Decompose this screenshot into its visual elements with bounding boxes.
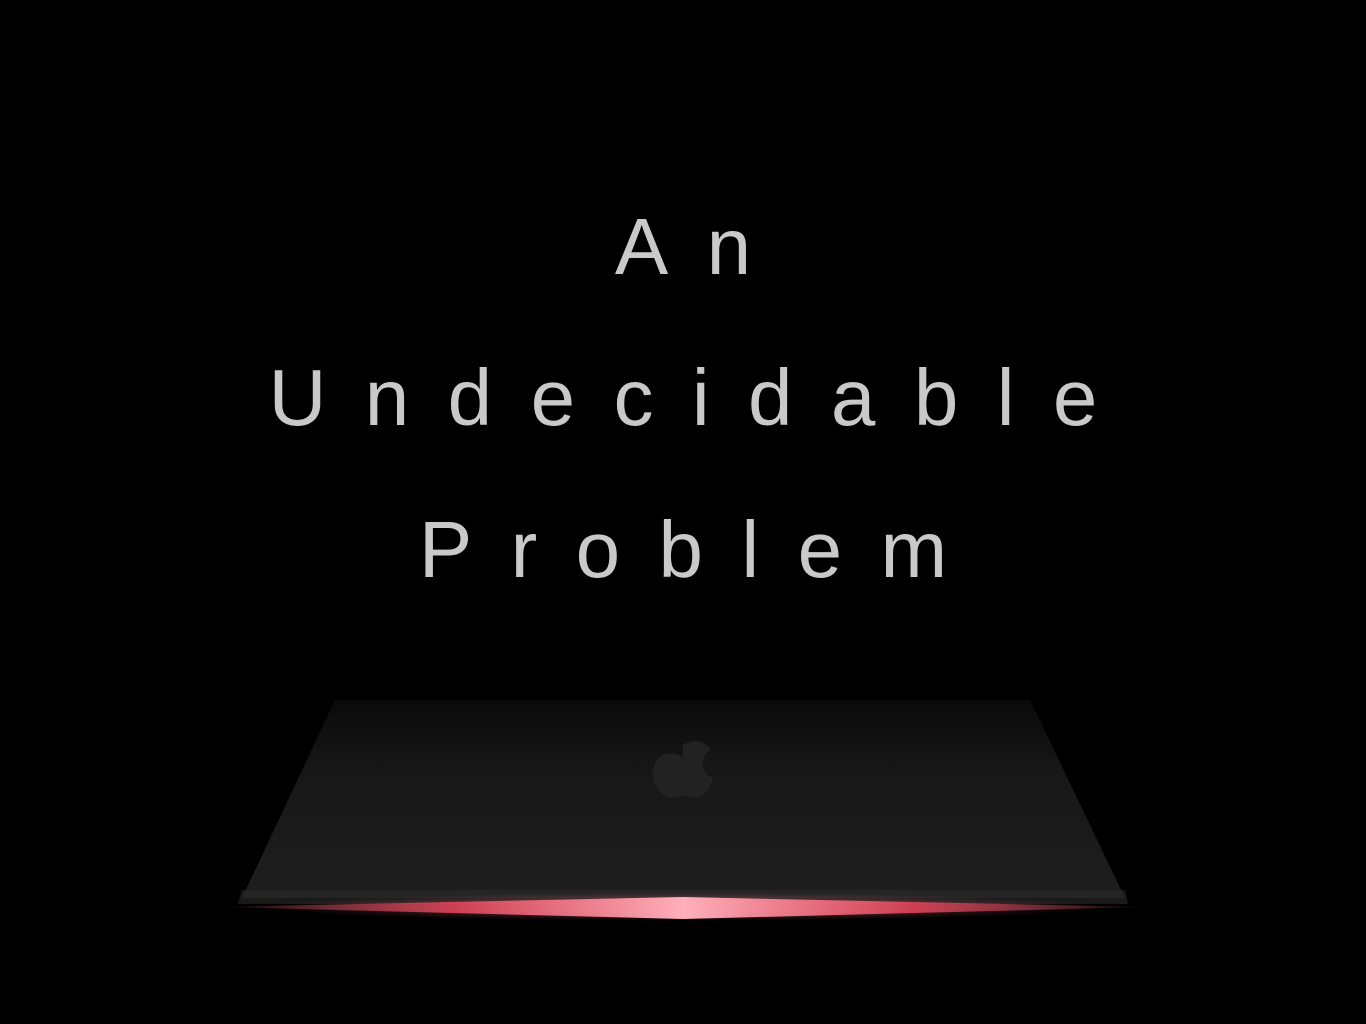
slide: An Undecidable Problem xyxy=(0,0,1366,1024)
laptop-lid xyxy=(242,700,1125,898)
title-line-2: Undecidable xyxy=(268,353,1136,442)
title-line-3: Problem xyxy=(418,505,986,594)
laptop-lid-image xyxy=(222,700,1145,921)
title-line-1: An xyxy=(614,202,790,291)
